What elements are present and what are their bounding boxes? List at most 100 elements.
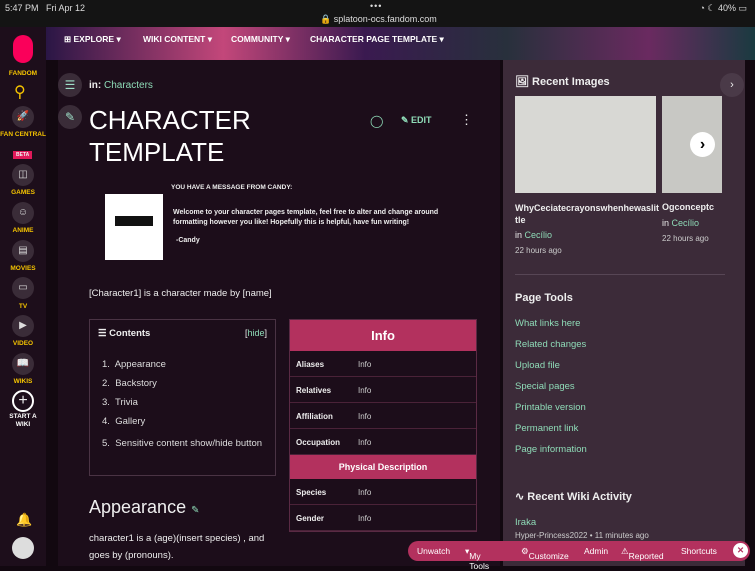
tv-label[interactable]: TV [0, 303, 46, 310]
image-time: 22 hours ago [515, 246, 562, 255]
infobox-row: Relatives Info [290, 377, 476, 403]
movies-label[interactable]: MOVIES [0, 265, 46, 272]
toc-item[interactable]: 4. Gallery [102, 416, 267, 427]
section-heading: Appearance ✎ [89, 497, 200, 517]
tool-link[interactable]: Permanent link [515, 423, 578, 434]
image-page-link[interactable]: Cecílio [525, 230, 553, 240]
avatar[interactable] [12, 537, 34, 559]
admin-button[interactable]: Admin [584, 546, 608, 556]
image-title[interactable]: Ogconceptc [662, 202, 722, 212]
shortcuts-button[interactable]: Shortcuts [681, 546, 717, 556]
unwatch-button[interactable]: Unwatch [417, 546, 450, 556]
main-content: ☰ ✎ in: Characters CHARACTER TEMPLATE ◯ ✎… [58, 60, 500, 566]
category-link[interactable]: Characters [104, 80, 153, 91]
anime-icon[interactable]: ☺ [12, 202, 34, 224]
right-rail: 🖼 Recent Images › › WhyCeciatecrayonswhe… [503, 60, 745, 566]
toc-icon[interactable]: ☰ [58, 73, 82, 97]
tool-link[interactable]: Upload file [515, 360, 560, 371]
fan-central-label[interactable]: FAN CENTRAL [0, 131, 46, 139]
carousel-next-button[interactable]: › [690, 132, 715, 157]
wiki-toolbar: Unwatch ▾ My Tools ⚙ Customize Admin ⚠ R… [408, 541, 750, 571]
infobox: Info Aliases Info Relatives Info Affiliati… [289, 319, 477, 532]
tool-link[interactable]: Page information [515, 444, 587, 455]
intro-text: [Character1] is a character made by [nam… [89, 288, 272, 299]
recent-images-heading: 🖼 Recent Images [515, 76, 610, 88]
infobox-row: Aliases Info [290, 351, 476, 377]
infobox-row: Species Info [290, 479, 476, 505]
rocket-icon[interactable]: 🚀 [12, 106, 34, 128]
infobox-title: Info [290, 320, 476, 351]
fandom-label: FANDOM [8, 70, 38, 77]
more-icon[interactable]: ••• [370, 1, 382, 11]
divider [515, 274, 725, 275]
rail-next-button[interactable]: › [720, 73, 744, 97]
nav-wiki-content[interactable]: WIKI CONTENT ▾ [143, 34, 212, 45]
tool-link[interactable]: Special pages [515, 381, 575, 392]
nav-community[interactable]: COMMUNITY ▾ [231, 34, 290, 45]
infobox-row: Affiliation Info [290, 403, 476, 429]
toc-item[interactable]: 3. Trivia [102, 397, 267, 408]
more-options-icon[interactable]: ⋮ [460, 112, 473, 128]
message-body: Welcome to your character pages template… [173, 209, 439, 226]
nav-character-page-template[interactable]: CHARACTER PAGE TEMPLATE ▾ [310, 34, 444, 45]
reported-button[interactable]: ⚠ Reported [621, 546, 664, 561]
image-page: in Cecílio [662, 218, 700, 228]
section-text: character1 is a (age)(insert species) , … [89, 533, 265, 561]
tool-link[interactable]: Printable version [515, 402, 586, 413]
beta-badge: BETA [13, 151, 33, 159]
image-page: in Cecílio [515, 230, 553, 240]
games-label[interactable]: GAMES [0, 189, 46, 196]
infobox-row: Gender Info [290, 505, 476, 531]
comment-icon[interactable]: ◯ [370, 114, 383, 128]
status-bar: 5:47 PM Fri Apr 12 ••• 🔒 splatoon-ocs.fa… [0, 0, 755, 27]
table-of-contents: ☰ Contents [hide] 1. Appearance 2. Backs… [89, 319, 276, 476]
wikis-icon[interactable]: 📖 [12, 353, 34, 375]
image-thumbnail[interactable] [515, 96, 656, 193]
start-wiki-label[interactable]: START A WIKI [0, 413, 46, 429]
customize-button[interactable]: ⚙ Customize [521, 546, 569, 561]
image-time: 22 hours ago [662, 234, 709, 243]
battery: ◔ ☾ 40% ▭ [699, 3, 747, 13]
activity-link[interactable]: Iraka [515, 517, 536, 528]
infobox-subheader: Physical Description [290, 455, 476, 479]
tv-icon[interactable]: ▭ [12, 277, 34, 299]
tool-link[interactable]: Related changes [515, 339, 586, 350]
fandom-sidebar: FANDOM ⚲ 🚀 FAN CENTRAL BETA ◫ GAMES ☺ AN… [0, 27, 46, 566]
close-icon[interactable]: ✕ [733, 543, 748, 558]
video-icon[interactable]: ▶ [12, 315, 34, 337]
toc-item[interactable]: 5. Sensitive content show/hide button [102, 435, 267, 452]
my-tools-button[interactable]: ▾ My Tools [465, 546, 489, 571]
anime-label[interactable]: ANIME [0, 227, 46, 234]
url-bar[interactable]: 🔒 splatoon-ocs.fandom.com [320, 14, 437, 25]
plus-icon[interactable]: + [12, 390, 34, 412]
edit-button[interactable]: ✎ EDIT [401, 115, 432, 126]
image-title[interactable]: WhyCeciatecrayonswhenhewaslittle [515, 202, 660, 226]
nav-explore[interactable]: ⊞ EXPLORE ▾ [64, 34, 121, 45]
status-time: 5:47 PM Fri Apr 12 [5, 3, 86, 13]
video-label[interactable]: VIDEO [0, 340, 46, 347]
breadcrumb: in: Characters [89, 80, 153, 91]
movies-icon[interactable]: ▤ [12, 240, 34, 262]
image-page-link[interactable]: Cecílio [672, 218, 700, 228]
pencil-icon[interactable]: ✎ [58, 105, 82, 129]
toc-item[interactable]: 2. Backstory [102, 378, 267, 389]
page-title: CHARACTER TEMPLATE [89, 105, 251, 167]
activity-meta: Hyper-Princess2022 • 11 minutes ago [515, 531, 649, 540]
infobox-row: Occupation Info [290, 429, 476, 455]
message-header: YOU HAVE A MESSAGE FROM CANDY: [171, 184, 293, 191]
bell-icon[interactable]: 🔔 [16, 512, 32, 528]
section-edit-icon[interactable]: ✎ [191, 505, 199, 516]
fandom-logo[interactable] [13, 35, 33, 63]
page-tools-heading: Page Tools [515, 292, 573, 304]
activity-heading: ∿ Recent Wiki Activity [515, 491, 632, 503]
wikis-label[interactable]: WIKIS [0, 378, 46, 385]
toc-hide-link[interactable]: [hide] [245, 328, 267, 338]
message-signature: -Candy [176, 237, 200, 244]
top-nav: ⊞ EXPLORE ▾ WIKI CONTENT ▾ COMMUNITY ▾ C… [46, 27, 755, 60]
tool-link[interactable]: What links here [515, 318, 580, 329]
search-icon[interactable]: ⚲ [14, 82, 26, 102]
toc-item[interactable]: 1. Appearance [102, 359, 267, 370]
games-icon[interactable]: ◫ [12, 164, 34, 186]
candy-avatar [105, 194, 163, 260]
toc-title: ☰ Contents [98, 328, 151, 339]
